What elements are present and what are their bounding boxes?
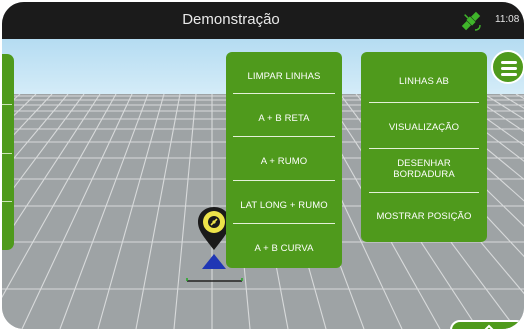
hamburger-menu-icon xyxy=(501,61,517,64)
menu-item-visualizacao[interactable]: VISUALIZAÇÃO xyxy=(361,122,487,133)
menu-item-desenhar-bordadura[interactable]: DESENHAR BORDADURA xyxy=(361,158,487,180)
menu-item-a-b-reta[interactable]: A + B RETA xyxy=(226,113,342,124)
main-menu: LINHAS AB VISUALIZAÇÃO DESENHAR BORDADUR… xyxy=(361,52,487,242)
menu-item-limpar-linhas[interactable]: LIMPAR LINHAS xyxy=(226,71,342,82)
menu-item-mostrar-posicao[interactable]: MOSTRAR POSIÇÃO xyxy=(361,211,487,222)
left-side-panel[interactable] xyxy=(2,54,14,250)
satellite-icon[interactable] xyxy=(458,8,484,34)
hamburger-menu-button[interactable] xyxy=(491,50,524,84)
menu-item-linhas-ab[interactable]: LINHAS AB xyxy=(361,76,487,87)
menu-item-lat-long-rumo[interactable]: LAT LONG + RUMO xyxy=(226,200,342,211)
menu-item-a-rumo[interactable]: A + RUMO xyxy=(226,156,342,167)
expand-panel-button[interactable] xyxy=(450,320,524,329)
menu-item-a-b-curva[interactable]: A + B CURVA xyxy=(226,243,342,254)
app-frame: Demonstração 11:08 LIMPAR LINHAS A + B R… xyxy=(0,0,526,331)
clock-time: 11:08 xyxy=(495,14,520,25)
page-title: Demonstração xyxy=(182,11,280,28)
line-type-menu: LIMPAR LINHAS A + B RETA A + RUMO LAT LO… xyxy=(226,52,342,268)
app-screen: Demonstração 11:08 LIMPAR LINHAS A + B R… xyxy=(2,2,524,329)
top-bar: Demonstração 11:08 xyxy=(2,2,524,39)
chevron-up-icon xyxy=(484,324,494,329)
